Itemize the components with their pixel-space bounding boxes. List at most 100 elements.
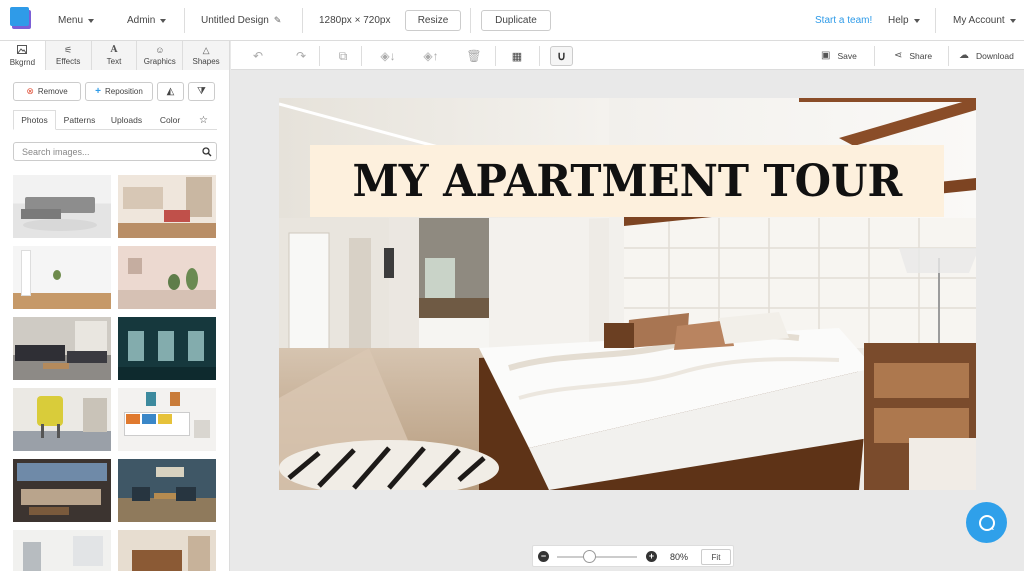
zoom-fit-button[interactable]: Fit: [701, 549, 731, 565]
app-logo[interactable]: [10, 7, 32, 29]
caret-down-icon: [160, 18, 167, 23]
resize-button[interactable]: Resize: [405, 10, 461, 31]
grid-button[interactable]: ▦: [507, 46, 527, 66]
pencil-icon: ✎: [273, 15, 282, 25]
redo-button[interactable]: ↷: [291, 46, 311, 66]
zoom-out-button[interactable]: −: [538, 551, 549, 562]
divider: [495, 46, 496, 66]
start-team-link[interactable]: Start a team!: [815, 0, 872, 41]
download-button[interactable]: ☁ Download: [959, 41, 1014, 70]
share-button[interactable]: ⋖ Share: [894, 41, 932, 70]
reposition-button[interactable]: + Reposition: [85, 82, 153, 101]
zoom-in-button[interactable]: +: [646, 551, 657, 562]
divider: [539, 46, 540, 66]
subtab-patterns[interactable]: Patterns: [56, 110, 103, 130]
divider: [184, 8, 185, 33]
subtab-photos[interactable]: Photos: [13, 110, 56, 130]
share-icon: ⋖: [894, 50, 903, 61]
photo-thumbnail[interactable]: [13, 246, 111, 309]
divider: [874, 46, 875, 66]
save-button[interactable]: ▣ Save: [821, 41, 857, 70]
cloud-download-icon: ☁: [959, 50, 969, 61]
title-textbox[interactable]: MY APARTMENT TOUR: [310, 145, 944, 217]
photo-thumbnail[interactable]: [13, 459, 111, 522]
photo-thumbnail[interactable]: [13, 175, 111, 238]
tab-graphics[interactable]: ☺ Graphics: [137, 41, 184, 70]
design-name[interactable]: Untitled Design ✎: [201, 0, 281, 41]
zoom-value: 80%: [670, 552, 689, 562]
photo-thumbnail[interactable]: [13, 530, 111, 571]
sidebar-tabs: Bkgrnd ⚟ Effects A Text ☺ Graphics △ Sha…: [0, 41, 229, 70]
tab-shapes[interactable]: △ Shapes: [183, 41, 229, 70]
menu-dropdown[interactable]: Menu: [58, 0, 95, 41]
photo-thumbnail[interactable]: [118, 388, 216, 451]
magnet-icon: ∪: [557, 49, 566, 63]
flip-vertical-button[interactable]: ⧩: [188, 82, 215, 101]
trash-icon: 🗑: [466, 49, 482, 63]
top-bar: Menu Admin Untitled Design ✎ 1280px × 720…: [0, 0, 1024, 41]
photo-thumbnail[interactable]: [118, 459, 216, 522]
plus-icon: +: [648, 551, 655, 561]
background-subtabs: Photos Patterns Uploads Color ☆: [13, 110, 217, 130]
snap-toggle[interactable]: ∪: [550, 46, 573, 66]
divider: [470, 8, 471, 33]
divider: [948, 46, 949, 66]
caret-down-icon: [913, 18, 920, 23]
photo-thumbnail[interactable]: [118, 317, 216, 380]
photo-thumbnail[interactable]: [118, 246, 216, 309]
star-icon: ☆: [199, 114, 208, 126]
photo-thumbnail[interactable]: [118, 175, 216, 238]
editor-toolbar: ↶ ↷ ⧉ ◈↓ ◈↑ 🗑 ▦ ∪ ▣ Save ⋖ Share ☁ Download: [231, 41, 1024, 70]
search-icon[interactable]: [202, 147, 212, 157]
grid-icon: ▦: [511, 50, 523, 63]
design-dimensions: 1280px × 720px: [319, 15, 391, 26]
zoom-slider-track[interactable]: [557, 556, 637, 558]
flip-horizontal-icon: ◭: [166, 86, 175, 97]
admin-dropdown[interactable]: Admin: [127, 0, 167, 41]
image-icon: [17, 44, 28, 56]
delete-button[interactable]: 🗑: [464, 46, 484, 66]
tab-effects[interactable]: ⚟ Effects: [45, 41, 92, 70]
redo-icon: ↷: [295, 49, 307, 63]
copy-button[interactable]: ⧉: [333, 46, 353, 66]
chat-support-button[interactable]: [966, 502, 1007, 543]
zoom-slider-handle[interactable]: [583, 550, 596, 563]
divider: [935, 8, 936, 33]
design-title-text[interactable]: MY APARTMENT TOUR: [352, 156, 902, 207]
text-icon: A: [110, 45, 118, 55]
flip-horizontal-button[interactable]: ◭: [157, 82, 184, 101]
move-icon: +: [95, 86, 102, 97]
send-backward-button[interactable]: ◈↓: [376, 46, 400, 66]
caret-down-icon: [1009, 18, 1016, 23]
undo-icon: ↶: [252, 49, 264, 63]
subtab-uploads[interactable]: Uploads: [103, 110, 150, 130]
tab-text[interactable]: A Text: [91, 41, 138, 70]
photo-thumbnail[interactable]: [13, 388, 111, 451]
copy-icon: ⧉: [338, 48, 348, 63]
background-actions: ⊗ Remove + Reposition ◭ ⧩: [13, 82, 219, 101]
duplicate-button[interactable]: Duplicate: [481, 10, 551, 31]
flip-vertical-icon: ⧩: [197, 86, 206, 97]
triangle-icon: △: [202, 45, 210, 55]
photo-thumbnail[interactable]: [118, 530, 216, 571]
divider: [319, 46, 320, 66]
undo-button[interactable]: ↶: [248, 46, 268, 66]
chat-bubble-icon: [978, 514, 995, 531]
minus-icon: −: [540, 551, 547, 561]
tab-background[interactable]: Bkgrnd: [0, 41, 46, 70]
remove-icon: ⊗: [26, 86, 34, 96]
divider: [302, 8, 303, 33]
subtab-favorites[interactable]: ☆: [190, 110, 217, 130]
caret-down-icon: [88, 18, 95, 23]
subtab-color[interactable]: Color: [150, 110, 190, 130]
layer-up-icon: ◈↑: [423, 49, 439, 63]
layer-down-icon: ◈↓: [380, 49, 396, 63]
bring-forward-button[interactable]: ◈↑: [419, 46, 443, 66]
search-images-input[interactable]: [13, 142, 217, 161]
wand-icon: ⚟: [64, 45, 73, 55]
left-panel: Bkgrnd ⚟ Effects A Text ☺ Graphics △ Sha…: [0, 41, 230, 571]
help-dropdown[interactable]: Help: [888, 0, 920, 41]
account-dropdown[interactable]: My Account: [953, 0, 1016, 41]
remove-button[interactable]: ⊗ Remove: [13, 82, 81, 101]
photo-thumbnail[interactable]: [13, 317, 111, 380]
